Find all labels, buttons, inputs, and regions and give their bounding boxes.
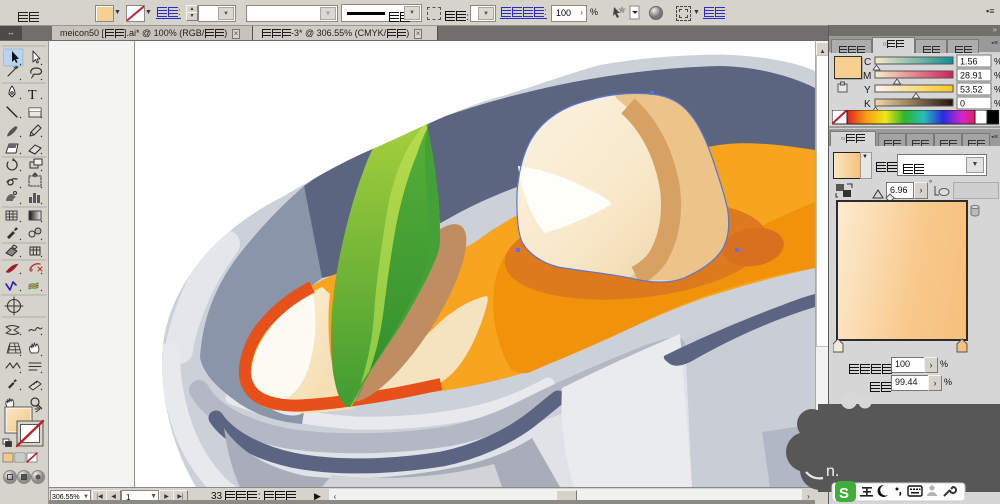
svg-text:%: % [994,57,1000,67]
svg-text:T: T [28,88,37,103]
svg-text:%: % [994,99,1000,109]
svg-text:%: % [994,71,1000,81]
svg-text:C: C [864,57,871,68]
svg-text:M: M [863,71,871,82]
svg-text:%: % [994,85,1000,95]
svg-text:0: 0 [960,99,965,109]
svg-text:Y: Y [864,85,871,96]
svg-text:1.56: 1.56 [960,57,978,67]
svg-text:28.91: 28.91 [960,71,983,81]
svg-text:K: K [864,99,871,110]
svg-text:53.52: 53.52 [960,85,983,95]
